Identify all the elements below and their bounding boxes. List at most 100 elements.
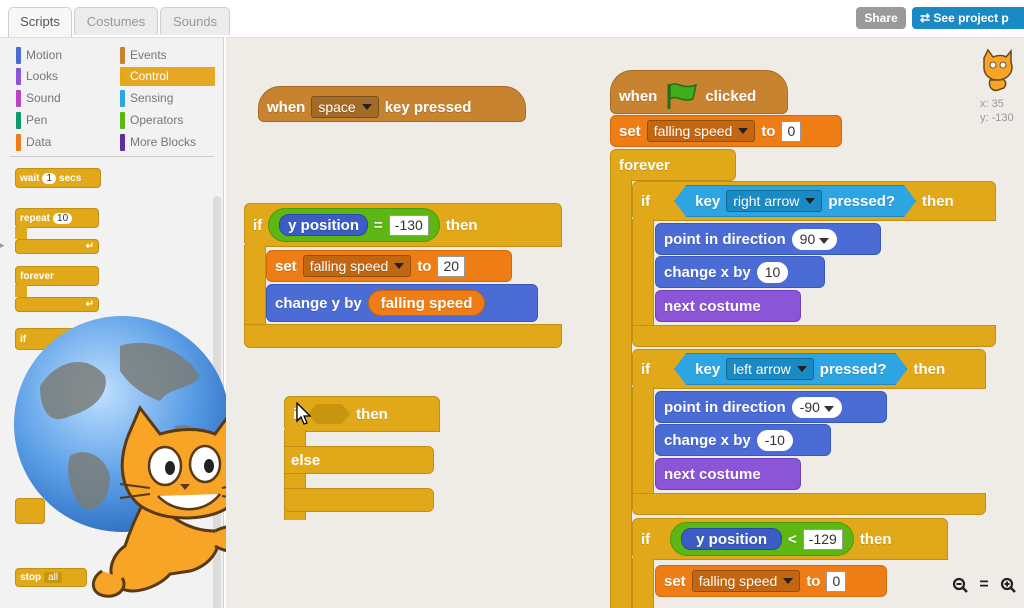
next-costume-label: next costume <box>664 465 761 483</box>
wait-value: 1 <box>42 172 57 184</box>
equals-value-input[interactable]: -130 <box>388 214 429 236</box>
change-x-input[interactable]: 10 <box>756 261 789 283</box>
zoom-reset-button[interactable]: = <box>979 576 988 594</box>
category-looks-label: Looks <box>26 69 59 83</box>
palette-repeat-block[interactable]: repeat 10 <box>15 208 99 228</box>
direction-value: -90 <box>799 398 820 415</box>
category-more-label: More Blocks <box>130 135 197 149</box>
if-y-position-block[interactable]: if y position < -129 then <box>632 518 948 560</box>
dropdown-arrow-icon <box>394 263 405 269</box>
if-key-right-block[interactable]: if key right arrow pressed? then <box>632 181 996 221</box>
dropdown-arrow-icon <box>797 366 807 372</box>
category-motion[interactable]: Motion <box>16 46 62 65</box>
when-key-pressed-hat[interactable]: when space key pressed <box>258 86 526 122</box>
category-control[interactable]: Control <box>120 67 215 86</box>
key-dropdown[interactable]: right arrow <box>726 190 822 212</box>
if-key-right-foot <box>632 325 996 347</box>
forever-block[interactable]: forever <box>610 149 736 181</box>
category-control-label: Control <box>130 69 169 83</box>
tab-costumes[interactable]: Costumes <box>74 7 158 35</box>
palette-forever-block[interactable]: forever <box>15 266 99 286</box>
next-costume-label: next costume <box>664 297 761 315</box>
if-label: if <box>641 530 651 548</box>
change-y-by-block[interactable]: change y by falling speed <box>266 284 538 322</box>
if-block-1[interactable]: if y position = -130 then <box>244 203 562 247</box>
key-pressed-sensing-2[interactable]: key left arrow pressed? <box>674 353 907 385</box>
category-sound[interactable]: Sound <box>16 89 61 108</box>
point-in-direction-block-1[interactable]: point in direction 90 <box>655 223 881 255</box>
set-falling-speed-block-3[interactable]: set falling speed to 0 <box>655 565 887 597</box>
else-row: else <box>284 446 434 474</box>
compare-value-input[interactable]: -129 <box>802 528 843 550</box>
category-looks[interactable]: Looks <box>16 67 58 86</box>
forever-label: forever <box>20 270 54 282</box>
palette-wait-block[interactable]: wait 1 secs <box>15 168 101 188</box>
dropdown-arrow-icon <box>823 405 834 412</box>
variable-dropdown[interactable]: falling speed <box>691 570 801 592</box>
scratch-cat-globe-logo <box>14 316 253 598</box>
loop-arrow-icon: ↵ <box>85 241 94 252</box>
sprite-x-readout: x: 35 <box>980 98 1004 110</box>
set-falling-speed-block-2[interactable]: set falling speed to 0 <box>610 115 842 147</box>
key-pressed-sensing[interactable]: key right arrow pressed? <box>674 185 916 217</box>
change-x-by-block-2[interactable]: change x by -10 <box>655 424 831 456</box>
direction-input[interactable]: -90 <box>791 396 842 418</box>
direction-input[interactable]: 90 <box>791 228 838 250</box>
change-x-input[interactable]: -10 <box>756 429 793 451</box>
category-pen[interactable]: Pen <box>16 111 47 130</box>
set-value-input[interactable]: 0 <box>781 120 802 142</box>
forever-label: forever <box>619 156 670 174</box>
point-label: point in direction <box>664 398 786 416</box>
variable-dropdown[interactable]: falling speed <box>302 255 412 277</box>
equals-operator[interactable]: y position = -130 <box>268 208 440 242</box>
if-block-1-foot <box>244 324 562 348</box>
less-than-operator[interactable]: y position < -129 <box>670 522 854 556</box>
falling-speed-reporter[interactable]: falling speed <box>367 290 486 316</box>
key-dropdown[interactable]: left arrow <box>726 358 814 380</box>
see-project-page-button[interactable]: ⇄ See project p <box>912 7 1024 29</box>
point-in-direction-block-2[interactable]: point in direction -90 <box>655 391 887 423</box>
category-operators-label: Operators <box>130 113 184 127</box>
category-data[interactable]: Data <box>16 133 51 152</box>
zoom-in-icon[interactable] <box>1000 577 1017 593</box>
category-sensing-label: Sensing <box>130 91 174 105</box>
if-key-right-arm <box>632 219 654 327</box>
when-flag-clicked-hat[interactable]: when clicked <box>610 70 788 114</box>
y-position-reporter[interactable]: y position <box>279 214 369 236</box>
when-label: when <box>267 98 306 116</box>
when-label: when <box>619 87 658 105</box>
motion-swatch <box>16 47 21 64</box>
key-label: key <box>695 192 721 210</box>
forever-arm <box>610 180 632 608</box>
data-swatch <box>16 134 21 151</box>
control-swatch <box>120 68 125 85</box>
set-falling-speed-block[interactable]: set falling speed to 20 <box>266 250 512 282</box>
category-motion-label: Motion <box>26 48 63 62</box>
tab-sounds[interactable]: Sounds <box>160 7 230 35</box>
share-button[interactable]: Share <box>856 7 906 29</box>
category-more-blocks[interactable]: More Blocks <box>120 133 196 152</box>
next-costume-block-1[interactable]: next costume <box>655 290 801 322</box>
to-label: to <box>417 257 432 275</box>
clicked-label: clicked <box>705 87 757 105</box>
change-x-by-block-1[interactable]: change x by 10 <box>655 256 825 288</box>
pen-swatch <box>16 112 21 129</box>
y-position-reporter[interactable]: y position <box>681 528 783 550</box>
key-dropdown[interactable]: space <box>311 96 379 118</box>
variable-dropdown[interactable]: falling speed <box>646 120 756 142</box>
if-key-left-block[interactable]: if key left arrow pressed? then <box>632 349 986 389</box>
category-sensing[interactable]: Sensing <box>120 89 173 108</box>
sensing-swatch <box>120 90 125 107</box>
category-events[interactable]: Events <box>120 46 167 65</box>
tab-scripts[interactable]: Scripts <box>8 7 72 37</box>
category-operators[interactable]: Operators <box>120 111 183 130</box>
set-value-input[interactable]: 0 <box>826 570 847 592</box>
set-value-input[interactable]: 20 <box>437 255 466 277</box>
mouse-cursor-icon <box>296 402 312 425</box>
collapse-arrow-icon[interactable]: ▸ <box>0 240 5 250</box>
zoom-out-icon[interactable] <box>952 577 968 593</box>
repeat-label: repeat <box>20 212 51 224</box>
next-costume-block-2[interactable]: next costume <box>655 458 801 490</box>
pressed-label: pressed? <box>828 192 896 210</box>
empty-boolean-slot[interactable] <box>308 404 351 424</box>
